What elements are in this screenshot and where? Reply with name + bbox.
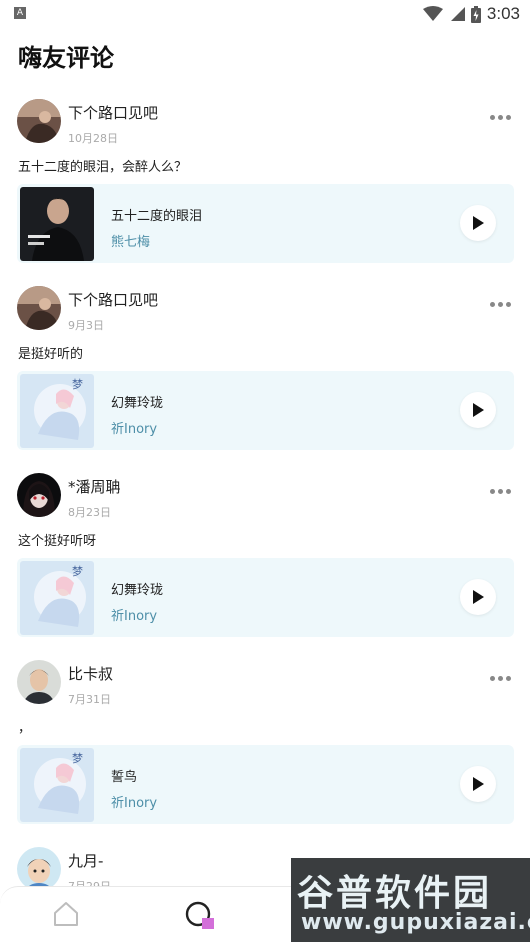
- comment-item: 下个路口见吧 9月3日 是挺好听的 梦 幻舞玲珑 祈Inory: [0, 277, 530, 464]
- home-icon: [54, 902, 78, 926]
- signal-icon: [450, 7, 465, 21]
- avatar[interactable]: [17, 473, 61, 517]
- watermark-title: 谷普软件园: [297, 873, 493, 914]
- song-artist[interactable]: 祈Inory: [111, 418, 157, 437]
- svg-text:梦: 梦: [72, 378, 83, 391]
- page-title: 嗨友评论: [18, 44, 114, 72]
- song-artist[interactable]: 祈Inory: [111, 605, 157, 624]
- more-options-icon[interactable]: [490, 489, 512, 497]
- svg-text:梦: 梦: [72, 752, 83, 765]
- username[interactable]: 下个路口见吧: [68, 102, 158, 123]
- album-cover: 梦: [20, 374, 94, 448]
- avatar[interactable]: [17, 660, 61, 704]
- username[interactable]: 下个路口见吧: [68, 289, 158, 310]
- nav-comments[interactable]: [184, 901, 216, 935]
- more-options-icon[interactable]: [490, 676, 512, 684]
- song-title: 誓鸟: [111, 770, 138, 785]
- play-button[interactable]: [460, 579, 496, 615]
- song-title: 幻舞玲珑: [111, 583, 164, 598]
- comment-text: 这个挺好听呀: [18, 534, 97, 549]
- nav-home[interactable]: [52, 901, 80, 931]
- username[interactable]: *潘周聃: [68, 476, 121, 497]
- play-icon: [473, 216, 484, 230]
- status-bar: A 3:03: [0, 0, 530, 28]
- wifi-icon: [422, 6, 443, 21]
- watermark-url: www.gupuxiazai.com: [301, 910, 530, 935]
- song-card[interactable]: 梦 幻舞玲珑 祈Inory: [17, 371, 514, 450]
- more-options-icon[interactable]: [490, 115, 512, 123]
- comment-text: 是挺好听的: [18, 347, 84, 362]
- battery-icon: [470, 5, 481, 23]
- play-icon: [473, 777, 484, 791]
- more-options-icon[interactable]: [490, 302, 512, 310]
- play-button[interactable]: [460, 205, 496, 241]
- comment-date: 10月28日: [68, 132, 118, 145]
- song-card[interactable]: 五十二度的眼泪 熊七梅: [17, 184, 514, 263]
- album-cover: 梦: [20, 748, 94, 822]
- play-button[interactable]: [460, 392, 496, 428]
- username[interactable]: 九月-: [68, 850, 103, 871]
- comment-text: ，: [18, 721, 32, 736]
- album-cover: [20, 187, 94, 261]
- comment-item: 比卡叔 7月31日 ， 梦 誓鸟 祈Inory: [0, 651, 530, 838]
- comment-date: 9月3日: [68, 319, 104, 332]
- svg-text:梦: 梦: [72, 565, 83, 578]
- watermark-logo: 谷普软件园 www.gupuxiazai.com: [291, 858, 530, 942]
- song-title: 幻舞玲珑: [111, 396, 164, 411]
- song-card[interactable]: 梦 誓鸟 祈Inory: [17, 745, 514, 824]
- song-title: 五十二度的眼泪: [111, 209, 203, 224]
- play-icon: [473, 403, 484, 417]
- comment-text: 五十二度的眼泪，会醉人么？: [18, 160, 188, 175]
- comment-item: *潘周聃 8月23日 这个挺好听呀 梦 幻舞玲珑 祈Inory: [0, 464, 530, 651]
- song-artist[interactable]: 祈Inory: [111, 792, 157, 811]
- comment-icon: [185, 901, 214, 929]
- comment-date: 8月23日: [68, 506, 111, 519]
- status-time: 3:03: [486, 4, 520, 23]
- username[interactable]: 比卡叔: [68, 663, 113, 684]
- album-cover: 梦: [20, 561, 94, 635]
- avatar[interactable]: [17, 847, 61, 891]
- play-icon: [473, 590, 484, 604]
- play-button[interactable]: [460, 766, 496, 802]
- avatar[interactable]: [17, 99, 61, 143]
- notification-icon: A: [14, 7, 26, 19]
- comment-date: 7月31日: [68, 693, 111, 706]
- song-card[interactable]: 梦 幻舞玲珑 祈Inory: [17, 558, 514, 637]
- status-icons: 3:03: [422, 3, 520, 25]
- avatar[interactable]: [17, 286, 61, 330]
- song-artist[interactable]: 熊七梅: [111, 231, 150, 250]
- comment-item: 下个路口见吧 10月28日 五十二度的眼泪，会醉人么？ 五十二度的眼泪 熊七梅: [0, 90, 530, 277]
